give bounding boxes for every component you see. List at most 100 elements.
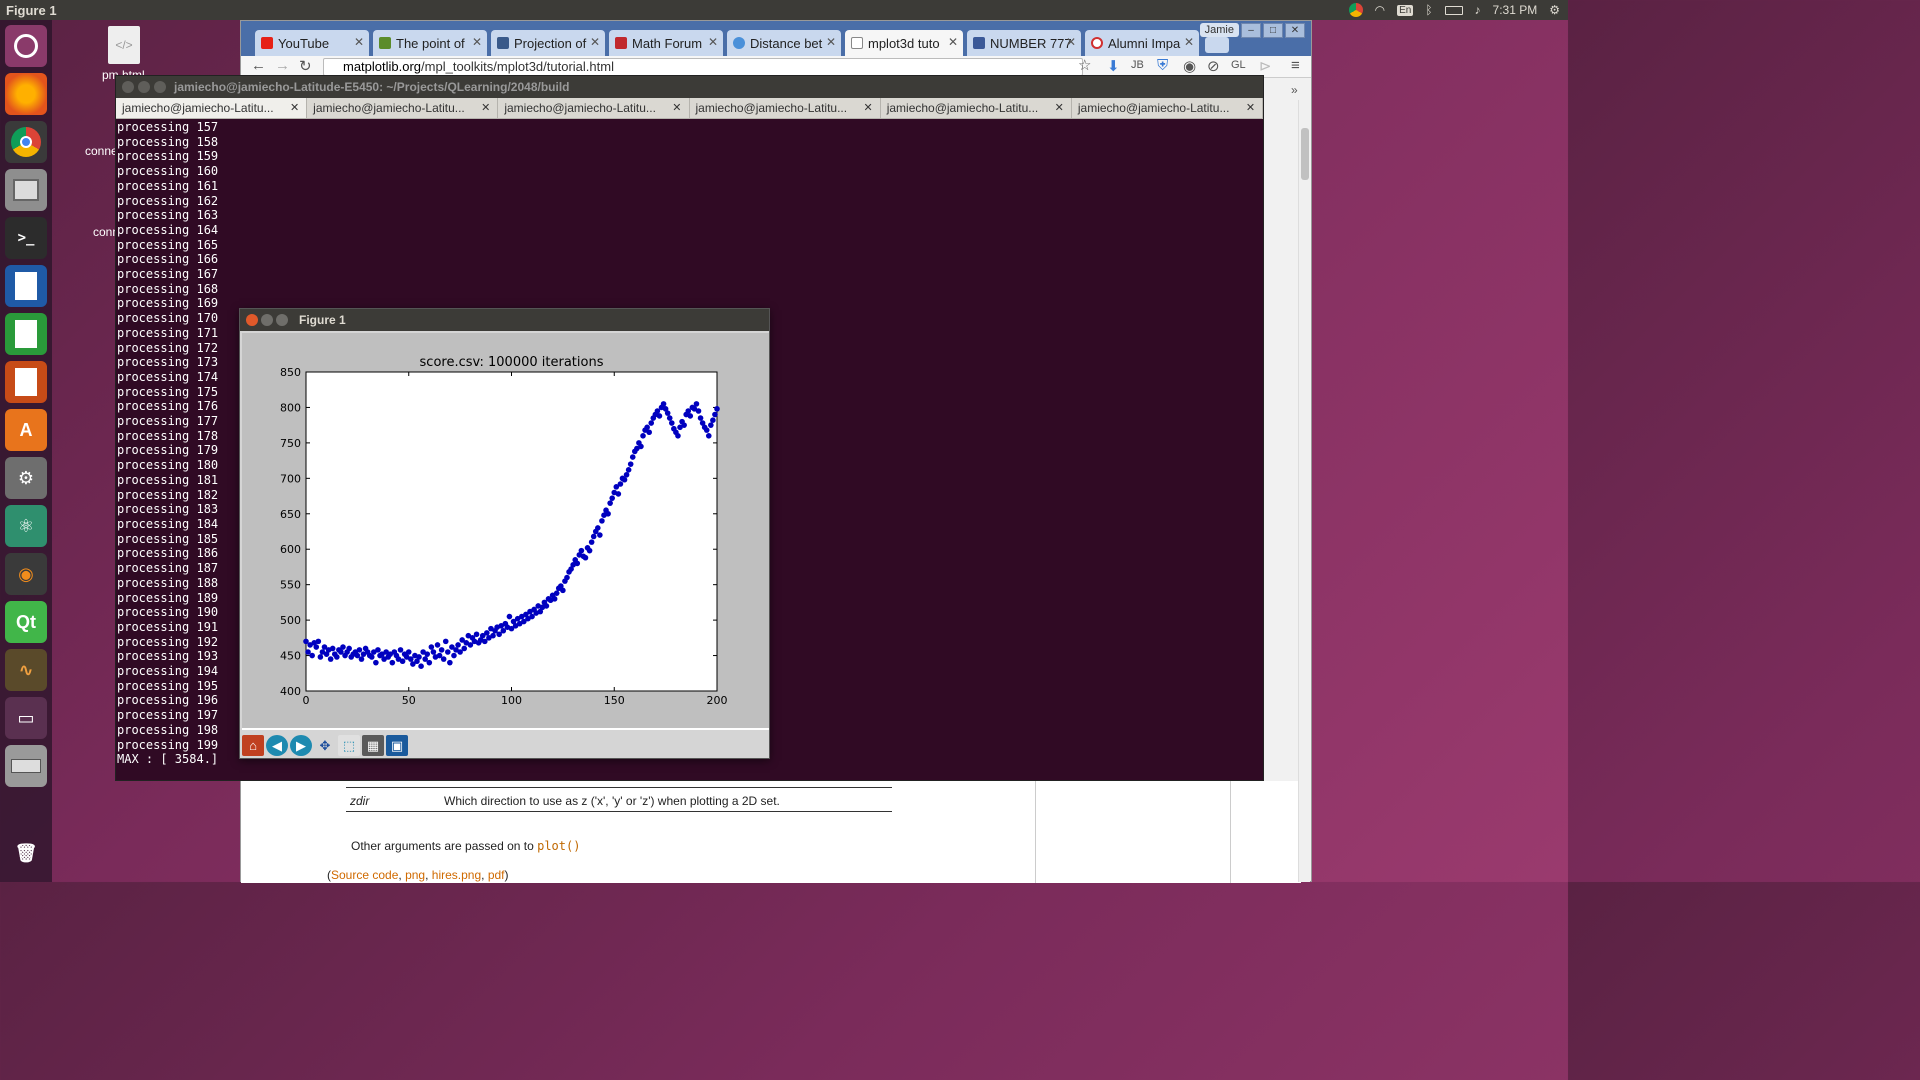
tab-close-icon[interactable]: ✕ <box>708 35 718 49</box>
tab-close-icon[interactable]: ✕ <box>1066 35 1076 49</box>
back-icon[interactable]: ← <box>251 57 266 74</box>
trash-icon[interactable]: 🗑 <box>5 832 47 874</box>
system-settings-icon[interactable]: ⚙ <box>5 457 47 499</box>
tab-close-icon[interactable]: ✕ <box>948 35 958 49</box>
source-code-link[interactable]: Source code <box>331 868 398 882</box>
minimize-button[interactable] <box>261 314 273 326</box>
close-button[interactable]: ✕ <box>1285 23 1305 38</box>
browser-tab[interactable]: Math Forum ✕ <box>609 30 723 56</box>
clock[interactable]: 7:31 PM <box>1493 3 1538 17</box>
pdf-link[interactable]: pdf <box>488 868 505 882</box>
minimize-button[interactable]: – <box>1241 23 1261 38</box>
bluetooth-icon[interactable]: ᛒ <box>1425 3 1432 17</box>
software-center-icon[interactable]: A <box>5 409 47 451</box>
data-point <box>543 603 550 609</box>
terminal-tab[interactable]: jamiecho@jamiecho-Latitu... ✕ <box>1072 98 1264 118</box>
pan-icon[interactable]: ✥ <box>314 735 336 756</box>
terminal-tab[interactable]: jamiecho@jamiecho-Latitu... ✕ <box>116 98 308 118</box>
blender-icon[interactable]: ◉ <box>5 553 47 595</box>
address-bar[interactable]: matplotlib.org/mpl_toolkits/mplot3d/tuto… <box>323 58 1083 76</box>
tab-close-icon[interactable]: ✕ <box>590 35 600 49</box>
files-icon[interactable] <box>5 169 47 211</box>
save-icon[interactable]: ▣ <box>386 735 408 756</box>
oscilloscope-app-icon[interactable]: ∿ <box>5 649 47 691</box>
maximize-button[interactable]: □ <box>1263 23 1283 38</box>
tab-close-icon[interactable]: ✕ <box>354 35 364 49</box>
desktop-file-icon[interactable]: </> <box>108 26 140 64</box>
png-link[interactable]: png <box>405 868 425 882</box>
battery-icon[interactable] <box>1444 5 1463 15</box>
terminal-tab[interactable]: jamiecho@jamiecho-Latitu... ✕ <box>307 98 499 118</box>
maximize-button[interactable] <box>154 81 166 93</box>
new-tab-button[interactable] <box>1205 37 1229 53</box>
close-button[interactable] <box>246 314 258 326</box>
desktop-file-label[interactable]: conne <box>85 144 118 158</box>
terminal-tab[interactable]: jamiecho@jamiecho-Latitu... ✕ <box>881 98 1072 118</box>
impress-icon[interactable] <box>5 361 47 403</box>
terminal-tab[interactable]: jamiecho@jamiecho-Latitu... ✕ <box>498 98 690 118</box>
data-point <box>484 630 490 636</box>
extension-icon[interactable]: ⊳ <box>1259 57 1272 75</box>
firefox-icon[interactable] <box>5 73 47 115</box>
keyboard-layout-indicator[interactable]: En <box>1397 4 1414 16</box>
tab-close-icon[interactable]: ✕ <box>1055 98 1064 118</box>
tab-close-icon[interactable]: ✕ <box>672 98 681 118</box>
ubuntu-dash-icon[interactable] <box>5 25 47 67</box>
terminal-tab-label: jamiecho@jamiecho-Latitu... <box>313 101 465 115</box>
configure-subplots-icon[interactable]: ▦ <box>362 735 384 756</box>
wifi-icon[interactable]: ◠ <box>1375 3 1385 17</box>
back-icon[interactable]: ◀ <box>266 735 288 756</box>
zoom-icon[interactable]: ⬚ <box>338 735 360 756</box>
qt-creator-icon[interactable]: Qt <box>5 601 47 643</box>
home-icon[interactable]: ⌂ <box>242 735 264 756</box>
hires-png-link[interactable]: hires.png <box>432 868 481 882</box>
tab-close-icon[interactable]: ✕ <box>863 98 872 118</box>
chrome-menu-icon[interactable]: ≡ <box>1291 57 1300 74</box>
url-host: matplotlib.org <box>343 59 422 74</box>
scrollbar-thumb[interactable] <box>1301 128 1309 180</box>
browser-tab[interactable]: Distance bet ✕ <box>727 30 841 56</box>
maximize-button[interactable] <box>276 314 288 326</box>
tab-close-icon[interactable]: ✕ <box>290 98 299 118</box>
profile-button[interactable]: Jamie <box>1199 23 1239 37</box>
forward-icon[interactable]: ▶ <box>290 735 312 756</box>
extension-icon[interactable]: ⛨ <box>1157 57 1168 74</box>
code-link[interactable]: plot() <box>537 839 580 853</box>
y-tick-label: 500 <box>280 614 301 627</box>
writer-icon[interactable] <box>5 265 47 307</box>
browser-tab[interactable]: YouTube ✕ <box>255 30 369 56</box>
tab-close-icon[interactable]: ✕ <box>472 35 482 49</box>
browser-tab[interactable]: The point of ✕ <box>373 30 487 56</box>
terminal-icon[interactable]: >_ <box>5 217 47 259</box>
chrome-icon[interactable] <box>5 121 47 163</box>
extension-icon[interactable]: JB <box>1131 59 1144 71</box>
minimize-button[interactable] <box>138 81 150 93</box>
bookmark-star-icon[interactable]: ☆ <box>1078 56 1091 74</box>
tab-close-icon[interactable]: ✕ <box>481 98 490 118</box>
overflow-chevron-icon[interactable]: » <box>1291 83 1298 97</box>
tab-close-icon[interactable]: ✕ <box>826 35 836 49</box>
close-button[interactable] <box>122 81 134 93</box>
figure-canvas[interactable]: score.csv: 100000 iterations 0 50 100 150 200… <box>242 333 769 730</box>
tab-close-icon[interactable]: ✕ <box>1246 98 1255 118</box>
chrome-indicator-icon[interactable] <box>1348 3 1363 17</box>
settings-gear-icon[interactable]: ⚙ <box>1549 3 1560 17</box>
drive-icon[interactable] <box>5 745 47 787</box>
volume-icon[interactable]: ♪ <box>1475 3 1481 17</box>
forward-icon[interactable]: → <box>275 57 290 74</box>
tab-close-icon[interactable]: ✕ <box>1184 35 1194 49</box>
browser-tab[interactable]: Projection of ✕ <box>491 30 605 56</box>
reload-icon[interactable]: ↻ <box>299 57 312 75</box>
extension-icon[interactable]: ◉ <box>1183 57 1196 75</box>
browser-tab[interactable]: NUMBER 777 ✕ <box>967 30 1081 56</box>
browser-tab-active[interactable]: mplot3d tuto ✕ <box>845 30 963 56</box>
terminal-tab[interactable]: jamiecho@jamiecho-Latitu... ✕ <box>690 98 881 118</box>
workspace-switcher-icon[interactable]: ▭ <box>5 697 47 739</box>
page-scrollbar[interactable] <box>1298 100 1310 882</box>
extension-icon[interactable]: ⬇ <box>1107 57 1120 75</box>
extension-icon[interactable]: GL <box>1231 59 1246 71</box>
calc-icon[interactable] <box>5 313 47 355</box>
atom-icon[interactable]: ⚛ <box>5 505 47 547</box>
browser-tab[interactable]: Alumni Impa ✕ <box>1085 30 1199 56</box>
extension-icon[interactable]: ⊘ <box>1207 57 1220 75</box>
